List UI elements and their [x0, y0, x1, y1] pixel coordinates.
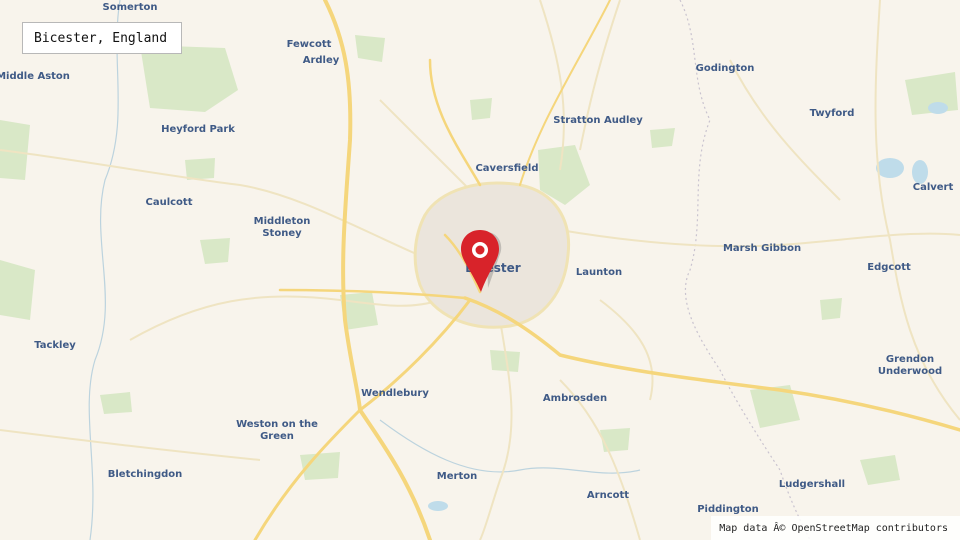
place-label-grendon-underwood: Grendon Underwood	[877, 354, 943, 377]
location-pin-icon[interactable]	[460, 228, 504, 294]
attribution-text: Map data Â© OpenStreetMap contributors	[719, 522, 948, 534]
place-label-ambrosden: Ambrosden	[542, 393, 608, 404]
place-label-edgcott: Edgcott	[867, 262, 911, 273]
place-label-wendlebury: Wendlebury	[361, 388, 429, 399]
place-label-stratton-audley: Stratton Audley	[553, 115, 643, 126]
place-label-arncott: Arncott	[586, 490, 630, 501]
place-label-ludgershall: Ludgershall	[778, 479, 846, 490]
place-label-caulcott: Caulcott	[145, 197, 193, 208]
location-search-box[interactable]: Bicester, England	[22, 22, 182, 54]
place-label-middle-aston: Middle Aston	[0, 71, 70, 82]
place-label-tackley: Tackley	[34, 340, 76, 351]
place-label-fewcott: Fewcott	[286, 39, 332, 50]
place-label-bletchingdon: Bletchingdon	[107, 469, 183, 480]
place-label-calvert: Calvert	[912, 182, 954, 193]
place-label-caversfield: Caversfield	[475, 163, 539, 174]
place-label-twyford: Twyford	[809, 108, 855, 119]
place-label-launton: Launton	[575, 267, 623, 278]
place-label-ardley: Ardley	[302, 55, 340, 66]
place-label-heyford-park: Heyford Park	[161, 124, 235, 135]
map-attribution[interactable]: Map data Â© OpenStreetMap contributors	[711, 516, 960, 540]
place-label-merton: Merton	[436, 471, 478, 482]
place-label-godington: Godington	[695, 63, 755, 74]
place-label-weston-on-the-green: Weston on the Green	[236, 419, 318, 442]
place-label-middleton-stoney: Middleton Stoney	[253, 216, 311, 239]
place-label-piddington: Piddington	[697, 504, 759, 515]
place-label-somerton: Somerton	[102, 2, 158, 13]
location-search-text: Bicester, England	[34, 30, 168, 46]
place-label-marsh-gibbon: Marsh Gibbon	[722, 243, 802, 254]
